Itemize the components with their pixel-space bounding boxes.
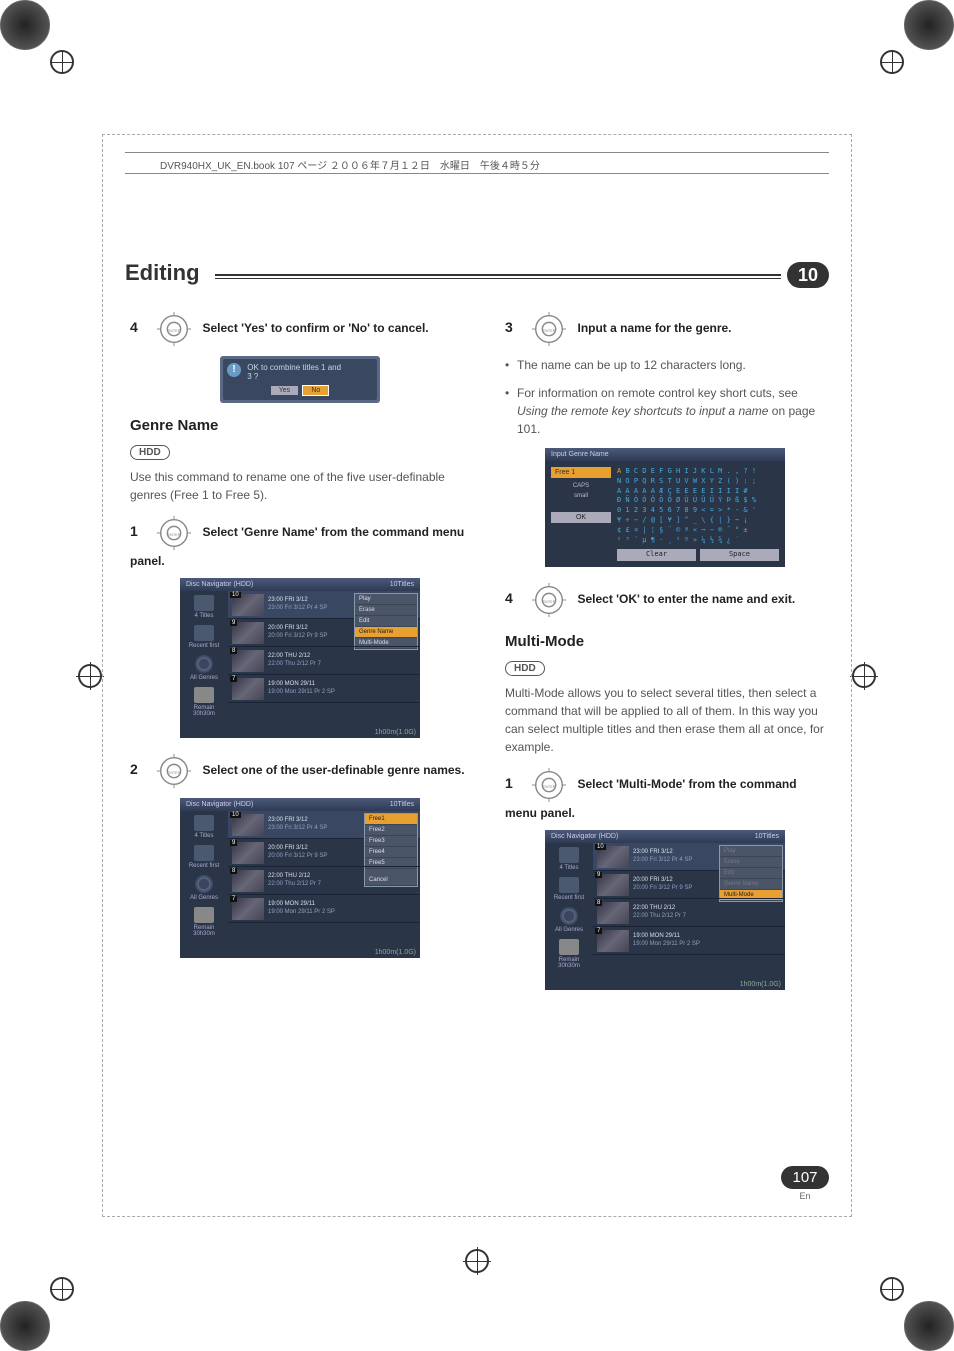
char-grid[interactable]: A A B C D E F G H I J K L M . , ? !B C D…: [611, 467, 779, 561]
ok-button[interactable]: OK: [551, 512, 611, 523]
warning-icon: !: [227, 363, 241, 377]
enter-icon: ENTER: [530, 581, 568, 619]
nav-row[interactable]: 22:00 THU 2/1222:00 Thu 2/12 Pr 7: [228, 647, 420, 675]
step-4-right: 4 ENTER Select 'OK' to enter the name an…: [505, 581, 825, 619]
enter-icon: ENTER: [155, 514, 193, 552]
multi-mode-intro: Multi-Mode allows you to select several …: [505, 684, 825, 756]
dialog-message: OK to combine titles 1 and 3 ?: [247, 363, 347, 381]
step-2-left: 2 ENTER Select one of the user-definable…: [130, 752, 470, 790]
svg-text:ENTER: ENTER: [543, 600, 556, 604]
nav-sidebar: 4 Titles Recent first All Genres Remain …: [180, 591, 228, 727]
registration-mark: [852, 664, 876, 688]
section-header: Editing 10: [125, 260, 829, 290]
menu-play[interactable]: Play: [355, 594, 417, 605]
nav-list: 23:00 FRI 3/1223:00 Fri 3/12 Pr 4 SP Pla…: [228, 591, 420, 727]
doc-header-text: DVR940HX_UK_EN.book 107 ページ ２００６年７月１２日 水…: [160, 157, 540, 172]
disc-navigator-screen: Disc Navigator (HDD) 10Titles 4 Titles R…: [180, 798, 420, 958]
step-1-right: 1 ENTER Select 'Multi-Mode' from the com…: [505, 766, 825, 822]
confirm-dialog: ! OK to combine titles 1 and 3 ? Yes No: [220, 356, 380, 403]
nav-row[interactable]: 23:00 FRI 3/1223:00 Fri 3/12 Pr 4 SP Pla…: [228, 591, 420, 619]
hdd-badge: HDD: [505, 661, 545, 676]
bullet-shortcuts: For information on remote control key sh…: [505, 384, 825, 438]
nav-title: Disc Navigator (HDD): [186, 581, 253, 588]
registration-mark: [0, 1261, 90, 1351]
step-1-left: 1 ENTER Select 'Genre Name' from the com…: [130, 514, 470, 570]
registration-mark: [0, 0, 90, 90]
genre-intro: Use this command to rename one of the fi…: [130, 468, 470, 504]
menu-free2[interactable]: Free2: [365, 825, 417, 836]
chapter-badge: 10: [787, 262, 829, 288]
name-field[interactable]: Free 1: [551, 467, 611, 478]
disc-navigator-screen: Disc Navigator (HDD) 10Titles 4 Titles R…: [545, 830, 785, 990]
no-button[interactable]: No: [302, 385, 329, 396]
menu-erase[interactable]: Erase: [355, 605, 417, 616]
nav-row[interactable]: 23:00 FRI 3/1223:00 Fri 3/12 Pr 4 SP Fre…: [228, 811, 420, 839]
yes-button[interactable]: Yes: [271, 386, 298, 395]
nav-row[interactable]: 23:00 FRI 3/1223:00 Fri 3/12 Pr 4 SP Pla…: [593, 843, 785, 871]
multi-mode-heading: Multi-Mode: [505, 633, 825, 650]
bullet-name-length: The name can be up to 12 characters long…: [505, 356, 825, 374]
registration-mark: [465, 1249, 489, 1273]
registration-mark: [864, 0, 954, 90]
nav-row[interactable]: 20:00 FRI 3/1220:00 Fri 3/12 Pr 9 SP: [593, 871, 785, 899]
clear-button[interactable]: Clear: [617, 549, 696, 561]
section-title: Editing: [125, 260, 200, 286]
svg-text:ENTER: ENTER: [168, 533, 181, 537]
nav-row[interactable]: 19:00 MON 29/1119:00 Mon 29/11 Pr 2 SP: [228, 895, 420, 923]
registration-mark: [864, 1261, 954, 1351]
small-option[interactable]: small: [551, 492, 611, 500]
nav-footer: 1h00m(1.0G): [180, 727, 420, 738]
nav-row[interactable]: 20:00 FRI 3/1220:00 Fri 3/12 Pr 9 SP: [228, 839, 420, 867]
input-genre-name-screen: Input Genre Name Free 1 CAPS small OK A …: [545, 448, 785, 567]
svg-text:ENTER: ENTER: [168, 771, 181, 775]
menu-free1[interactable]: Free1: [365, 814, 417, 825]
genre-name-heading: Genre Name: [130, 417, 470, 434]
nav-row[interactable]: 22:00 THU 2/1222:00 Thu 2/12 Pr 7: [228, 867, 420, 895]
nav-row[interactable]: 19:00 MON 29/1119:00 Mon 29/11 Pr 2 SP: [228, 675, 420, 703]
page-number: 107 En: [781, 1166, 829, 1201]
svg-text:ENTER: ENTER: [168, 329, 181, 333]
svg-text:ENTER: ENTER: [543, 329, 556, 333]
nav-count: 10Titles: [390, 581, 414, 588]
enter-icon: ENTER: [155, 752, 193, 790]
step-3-right: 3 ENTER Input a name for the genre.: [505, 310, 825, 348]
hdd-badge: HDD: [130, 445, 170, 460]
disc-navigator-screen: Disc Navigator (HDD) 10Titles 4 Titles R…: [180, 578, 420, 738]
input-name-title: Input Genre Name: [545, 448, 785, 461]
enter-icon: ENTER: [530, 766, 568, 804]
enter-icon: ENTER: [530, 310, 568, 348]
svg-text:ENTER: ENTER: [543, 785, 556, 789]
enter-icon: ENTER: [155, 310, 193, 348]
nav-row[interactable]: 20:00 FRI 3/1220:00 Fri 3/12 Pr 9 SP: [228, 619, 420, 647]
step-4-left: 4 ENTER Select 'Yes' to confirm or 'No' …: [130, 310, 470, 348]
caps-option[interactable]: CAPS: [551, 482, 611, 490]
nav-row[interactable]: 19:00 MON 29/1119:00 Mon 29/11 Pr 2 SP: [593, 927, 785, 955]
nav-row[interactable]: 22:00 THU 2/1222:00 Thu 2/12 Pr 7: [593, 899, 785, 927]
registration-mark: [78, 664, 102, 688]
space-button[interactable]: Space: [700, 549, 779, 561]
